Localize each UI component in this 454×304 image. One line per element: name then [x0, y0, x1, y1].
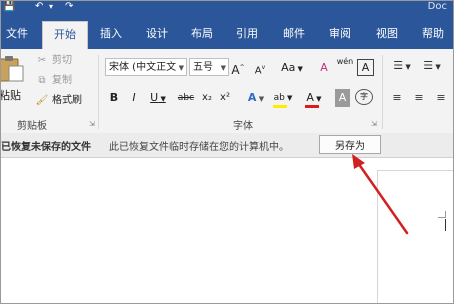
text-effects-button[interactable]: A ▼: [245, 89, 267, 107]
superscript-button[interactable]: x²: [217, 89, 233, 107]
phonetic-guide-label: wén: [336, 57, 354, 66]
copy-label: 复制: [52, 75, 72, 86]
align-left-icon: ≡: [392, 91, 402, 104]
align-right-button[interactable]: ≡: [433, 89, 449, 107]
font-size-value: 五号: [193, 62, 213, 73]
font-launcher-icon[interactable]: ⇲: [371, 120, 377, 128]
font-color-label: A: [306, 91, 314, 104]
document-area[interactable]: [1, 158, 453, 303]
tab-references[interactable]: 引用: [229, 21, 265, 49]
clipboard-group-label: 剪贴板: [17, 121, 47, 132]
bold-label: B: [109, 91, 119, 104]
chevron-down-icon: ▼: [178, 64, 184, 72]
italic-button[interactable]: I: [127, 89, 141, 107]
enclose-characters-button[interactable]: 字: [355, 89, 373, 105]
title-bar: 💾 ↶ ▾ ↷ Doc: [1, 1, 453, 15]
cut-button[interactable]: ✂ 剪切: [35, 53, 72, 69]
word-window: 💾 ↶ ▾ ↷ Doc 文件 开始 插入 设计 布局 引用 邮件 审阅 视图 帮…: [0, 0, 454, 304]
subscript-button[interactable]: x₂: [199, 89, 215, 107]
subscript-label: x₂: [202, 92, 212, 103]
phonetic-guide-button[interactable]: wén: [335, 57, 355, 75]
redo-icon[interactable]: ↷: [65, 1, 73, 13]
paste-button[interactable]: 粘贴: [1, 87, 21, 103]
recovered-file-message: 此已恢复文件临时存储在您的计算机中。: [109, 142, 289, 153]
font-name-select[interactable]: 宋体 (中文正文 ▼: [105, 58, 187, 76]
highlight-label: ab: [273, 93, 285, 103]
bullets-button[interactable]: ☰ ▼: [389, 57, 415, 75]
save-icon[interactable]: 💾: [3, 1, 15, 13]
document-page[interactable]: [377, 170, 453, 303]
shrink-font-label: A: [254, 65, 262, 77]
tab-view[interactable]: 视图: [369, 21, 405, 49]
align-right-icon: ≡: [436, 91, 446, 104]
format-painter-button[interactable]: 🖌 格式刷: [35, 93, 82, 109]
strikethrough-button[interactable]: abc: [175, 89, 197, 107]
text-cursor: [445, 219, 446, 231]
save-as-button[interactable]: 另存为: [319, 135, 381, 154]
format-painter-label: 格式刷: [52, 95, 82, 106]
change-case-label: Aa: [281, 61, 296, 74]
cut-label: 剪切: [52, 55, 72, 66]
group-separator: [382, 55, 383, 129]
ribbon: 粘贴 ✂ 剪切 ⧉ 复制 🖌 格式刷 剪贴板 ⇲ 宋体 (中文正文 ▼ 五号 ▼ A^ A…: [1, 49, 453, 134]
clear-format-label: A: [320, 61, 328, 74]
tab-design[interactable]: 设计: [139, 21, 175, 49]
window-title: Doc: [427, 1, 447, 12]
font-color-swatch: [305, 105, 319, 108]
strikethrough-label: abc: [177, 93, 195, 103]
grow-font-button[interactable]: A^: [231, 59, 245, 77]
italic-label: I: [132, 91, 136, 104]
tab-layout[interactable]: 布局: [184, 21, 220, 49]
copy-icon: ⧉: [38, 75, 46, 86]
scissors-icon: ✂: [37, 55, 47, 66]
character-shading-label: A: [338, 91, 347, 104]
change-case-button[interactable]: Aa ▼: [277, 59, 307, 77]
align-left-button[interactable]: ≡: [389, 89, 405, 107]
tab-home[interactable]: 开始: [42, 21, 88, 50]
margin-corner-mark: [438, 211, 446, 218]
tab-mailings[interactable]: 邮件: [276, 21, 312, 49]
tab-file[interactable]: 文件: [1, 21, 33, 49]
brush-icon: 🖌: [35, 95, 49, 106]
bullets-icon: ☰: [393, 59, 404, 72]
recovered-file-bar: 已恢复未保存的文件 此已恢复文件临时存储在您的计算机中。 另存为: [1, 133, 453, 158]
character-shading-button[interactable]: A: [335, 89, 350, 107]
chevron-down-icon: ▼: [220, 64, 226, 72]
undo-dropdown-icon[interactable]: ▾: [49, 1, 53, 13]
underline-label: U: [150, 91, 159, 104]
font-size-select[interactable]: 五号 ▼: [189, 58, 229, 76]
highlight-color-swatch: [273, 105, 287, 108]
numbering-button[interactable]: ☰ ▼: [419, 57, 445, 75]
paste-icon[interactable]: [0, 55, 25, 83]
align-center-button[interactable]: ≡: [411, 89, 427, 107]
ribbon-tabs: 文件 开始 插入 设计 布局 引用 邮件 审阅 视图 帮助: [1, 15, 453, 50]
tab-help[interactable]: 帮助: [415, 21, 451, 49]
enclose-characters-label: 字: [360, 92, 368, 101]
character-border-button[interactable]: A: [357, 59, 374, 76]
grow-font-label: A: [231, 63, 240, 77]
align-center-icon: ≡: [414, 91, 424, 104]
font-group-label: 字体: [233, 121, 253, 132]
clear-format-button[interactable]: A: [315, 59, 333, 77]
tab-insert[interactable]: 插入: [93, 21, 129, 49]
bold-button[interactable]: B: [107, 89, 121, 107]
copy-button[interactable]: ⧉ 复制: [35, 73, 72, 89]
tab-review[interactable]: 审阅: [322, 21, 358, 49]
clipboard-launcher-icon[interactable]: ⇲: [89, 120, 95, 128]
superscript-label: x²: [220, 92, 230, 103]
shrink-font-button[interactable]: Av: [253, 59, 267, 77]
numbering-icon: ☰: [423, 59, 434, 72]
font-name-value: 宋体 (中文正文: [109, 62, 177, 73]
underline-button[interactable]: U ▼: [147, 89, 169, 107]
character-border-label: A: [361, 61, 370, 74]
group-separator: [98, 55, 99, 129]
recovered-file-title: 已恢复未保存的文件: [1, 142, 91, 153]
undo-icon[interactable]: ↶: [35, 1, 43, 13]
